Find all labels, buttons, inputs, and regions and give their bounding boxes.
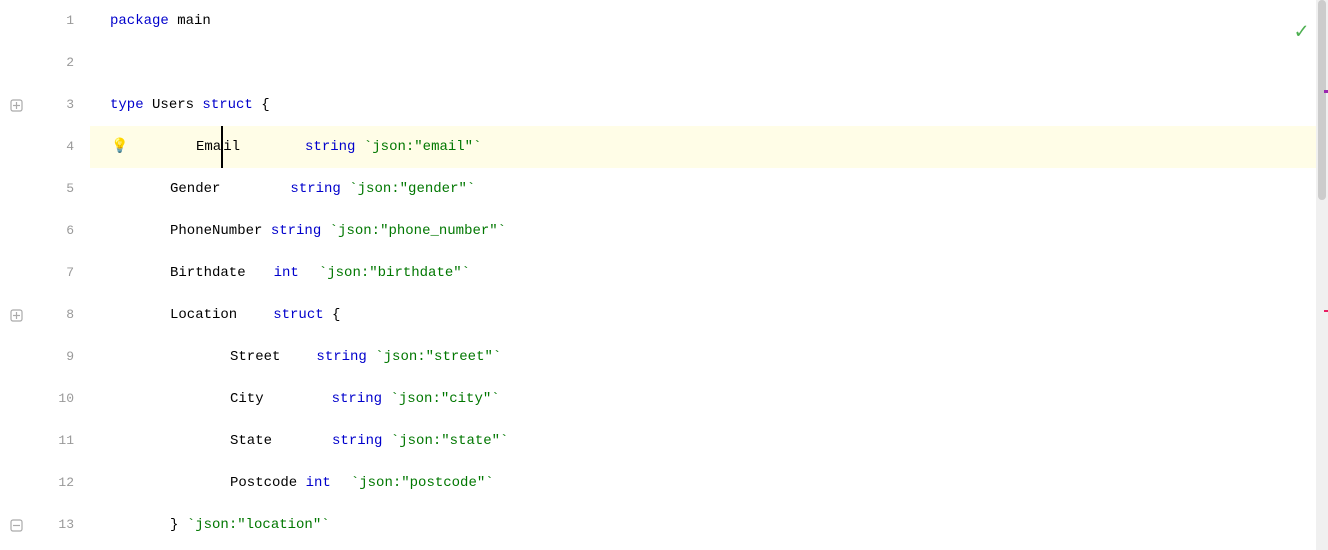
code-line-7: Birthdate int `json:"birthdate"` [90,252,1328,294]
json-tag-gender: `json:"gender"` [349,168,475,210]
keyword-type: type [110,84,144,126]
fold-icon-13[interactable] [8,517,24,533]
text-users: Users [144,84,203,126]
scrollbar-mark-top [1324,90,1328,93]
check-icon: ✓ [1295,12,1308,54]
brace-open-2: { [324,294,341,336]
field-birthdate: Birthdate [170,252,246,294]
line-3: 3 [0,84,90,126]
field-phonenumber: PhoneNumber [170,210,262,252]
line-7: 7 [0,252,90,294]
type-string-state: string [332,420,382,462]
type-string-gender: string [290,168,340,210]
code-line-5: Gender string `json:"gender"` [90,168,1328,210]
field-gender: Gender [170,168,220,210]
type-string-street: string [316,336,366,378]
line-gutter: 1 2 3 4 5 6 7 [0,0,90,550]
lightbulb-icon[interactable]: 💡 [110,137,130,157]
line-10: 10 [0,378,90,420]
type-int-postcode: int [306,462,331,504]
field-email: Ema [196,126,221,168]
code-line-11: State string `json:"state"` [90,420,1328,462]
line-11: 11 [0,420,90,462]
type-int-birthdate: int [274,252,299,294]
text-main: main [169,0,211,42]
line-6: 6 [0,210,90,252]
type-string-email: string [305,126,355,168]
line-5: 5 [0,168,90,210]
code-editor: 1 2 3 4 5 6 7 [0,0,1328,550]
cursor-email: il [221,126,240,168]
keyword-package: package [110,0,169,42]
json-tag-location: `json:"location"` [187,504,330,546]
line-1: 1 [0,0,90,42]
json-tag-state: `json:"state"` [391,420,509,462]
code-line-4: 💡 Email string `json:"email"` [90,126,1328,168]
code-line-12: Postcode int `json:"postcode"` [90,462,1328,504]
line-9: 9 [0,336,90,378]
scrollbar-thumb[interactable] [1318,0,1326,200]
code-line-9: Street string `json:"street"` [90,336,1328,378]
scrollbar-mark-bottom [1324,310,1328,312]
code-line-6: PhoneNumber string `json:"phone_number"` [90,210,1328,252]
field-street: Street [230,336,280,378]
field-postcode: Postcode [230,462,297,504]
line-13: 13 [0,504,90,546]
code-line-10: City string `json:"city"` [90,378,1328,420]
vertical-scrollbar[interactable] [1316,0,1328,550]
field-location: Location [170,294,237,336]
brace-close-location: } [170,504,187,546]
code-line-3: type Users struct { [90,84,1328,126]
code-line-1: package main [90,0,1328,42]
json-tag-phone: `json:"phone_number"` [330,210,506,252]
line-12: 12 [0,462,90,504]
fold-icon-3[interactable] [8,97,24,113]
code-line-8: Location struct { [90,294,1328,336]
code-line-13: } `json:"location"` [90,504,1328,546]
type-string-city: string [332,378,382,420]
json-tag-birthdate: `json:"birthdate"` [319,252,470,294]
field-city: City [230,378,264,420]
line-4: 4 [0,126,90,168]
field-state: State [230,420,272,462]
json-tag-street: `json:"street"` [375,336,501,378]
keyword-struct-2: struct [273,294,323,336]
json-tag-email: `json:"email"` [364,126,482,168]
code-line-2 [90,42,1328,84]
keyword-struct-1: struct [202,84,252,126]
json-tag-city: `json:"city"` [390,378,499,420]
line-2: 2 [0,42,90,84]
type-string-phone: string [271,210,321,252]
fold-icon-8[interactable] [8,307,24,323]
line-8: 8 [0,294,90,336]
brace-open-1: { [253,84,270,126]
json-tag-postcode: `json:"postcode"` [351,462,494,504]
code-content[interactable]: package main type Users struct { 💡 Email… [90,0,1328,550]
